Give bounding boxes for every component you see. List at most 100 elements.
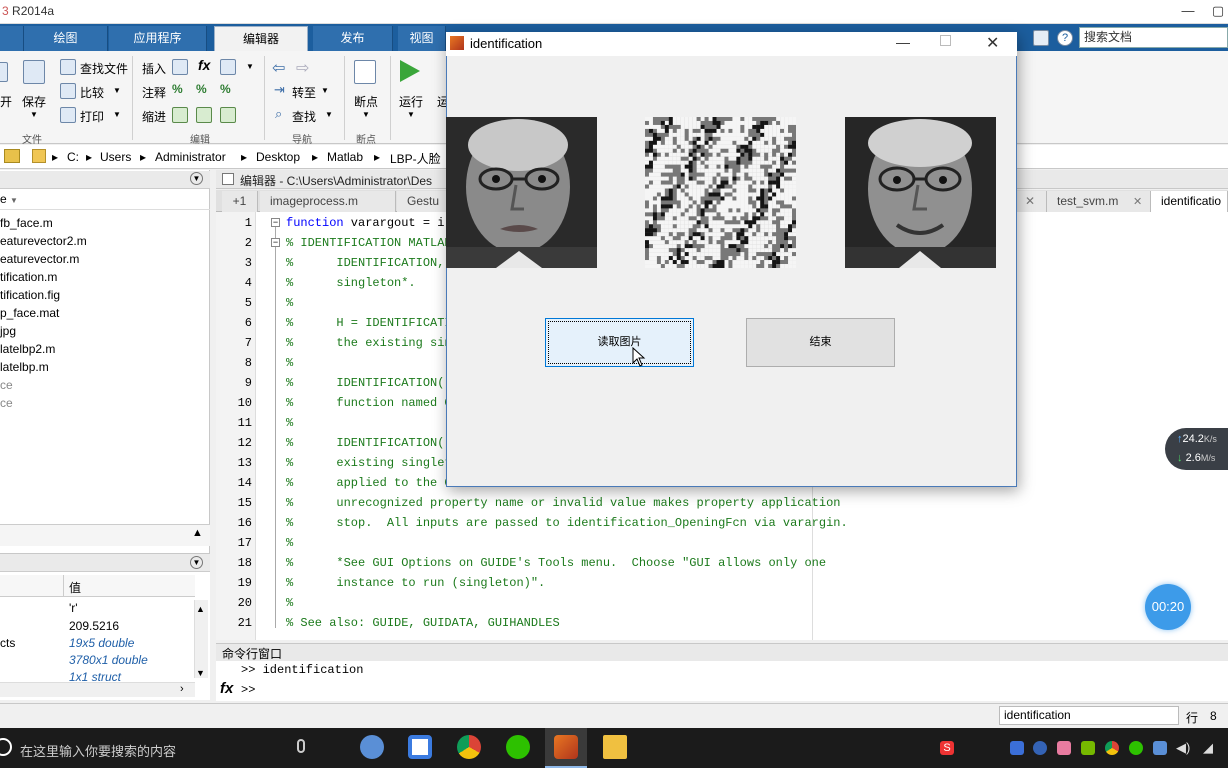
line-number[interactable]: 12 <box>216 436 252 450</box>
line-number[interactable]: 19 <box>216 576 252 590</box>
line-number[interactable]: 2 <box>216 236 252 250</box>
code-line[interactable]: % See also: GUIDE, GUIDATA, GUIHANDLES <box>286 616 560 630</box>
code-line[interactable]: % <box>286 356 293 370</box>
editor-tab[interactable]: imageprocess.m <box>260 191 396 212</box>
compare-dropdown-icon[interactable]: ▼ <box>113 86 121 95</box>
smart-indent-icon[interactable] <box>172 107 188 123</box>
code-line[interactable]: % <box>286 296 293 310</box>
file-item[interactable]: eaturevector.m <box>0 252 79 266</box>
close-tab-icon[interactable]: ✕ <box>1017 191 1047 212</box>
crumb-matlab[interactable]: Matlab <box>327 150 363 164</box>
line-number[interactable]: 10 <box>216 396 252 410</box>
code-line[interactable]: % unrecognized property name or invalid … <box>286 496 841 510</box>
search-docs-input[interactable]: 搜索文档 <box>1079 27 1228 48</box>
code-line[interactable]: % <box>286 416 293 430</box>
command-prompt[interactable]: >> <box>241 683 255 697</box>
file-item[interactable]: fb_face.m <box>0 216 53 230</box>
scroll-down-icon[interactable]: ▼ <box>196 668 205 678</box>
comment-button[interactable]: 注释 <box>142 84 166 101</box>
chrome-icon[interactable] <box>457 735 481 759</box>
figure-close-button[interactable]: ✕ <box>986 33 999 53</box>
nvidia-icon[interactable] <box>1081 741 1095 755</box>
line-number[interactable]: 4 <box>216 276 252 290</box>
code-line[interactable]: % H = IDENTIFICATI <box>286 316 452 330</box>
microphone-icon[interactable] <box>297 739 305 753</box>
code-line[interactable]: % IDENTIFICATION(' <box>286 436 452 450</box>
decrease-indent-icon[interactable] <box>220 107 236 123</box>
line-number[interactable]: 8 <box>216 356 252 370</box>
file-item[interactable]: tification.m <box>0 270 57 284</box>
file-item[interactable]: latelbp2.m <box>0 342 55 356</box>
save-button[interactable]: 保存 <box>22 93 46 110</box>
tab-view[interactable]: 视图 <box>398 26 446 51</box>
value-column-header[interactable]: 值 <box>69 579 81 596</box>
line-number[interactable]: 11 <box>216 416 252 430</box>
scroll-up-icon[interactable]: ▲ <box>196 604 205 614</box>
read-image-button[interactable]: 读取图片 <box>545 318 694 367</box>
goto-dropdown-icon[interactable]: ▼ <box>321 86 329 95</box>
recording-timer[interactable]: 00:20 <box>1145 584 1191 630</box>
file-explorer-icon[interactable] <box>603 735 627 759</box>
line-number[interactable]: 9 <box>216 376 252 390</box>
line-number[interactable]: 3 <box>216 256 252 270</box>
wechat-icon[interactable] <box>506 735 530 759</box>
name-column-header[interactable]: e ▼ <box>0 192 210 210</box>
run-dropdown-icon[interactable]: ▼ <box>407 110 415 119</box>
insert-icon[interactable] <box>172 59 188 75</box>
chrome-tray-icon[interactable] <box>1105 741 1119 755</box>
crumb-users[interactable]: Users <box>100 150 131 164</box>
code-line[interactable]: % IDENTIFICATION(' <box>286 376 452 390</box>
line-number[interactable]: 6 <box>216 316 252 330</box>
end-button[interactable]: 结束 <box>746 318 895 367</box>
line-number[interactable]: 18 <box>216 556 252 570</box>
code-line[interactable]: % <box>286 536 293 550</box>
editor-tab[interactable]: Gestu <box>397 191 447 212</box>
run-icon[interactable] <box>400 60 420 82</box>
command-window[interactable] <box>216 661 1228 701</box>
tab-apps[interactable]: 应用程序 <box>109 26 207 51</box>
line-number[interactable]: 1 <box>216 216 252 230</box>
network-speed-widget[interactable]: ↑24.2K/s ↓ 2.6M/s <box>1165 428 1228 470</box>
code-line[interactable]: % *See GUI Options on GUIDE's Tools menu… <box>286 556 826 570</box>
security-icon[interactable] <box>1010 741 1024 755</box>
uncomment-icon[interactable]: % <box>196 82 207 96</box>
line-number[interactable]: 5 <box>216 296 252 310</box>
compare-button[interactable]: 比较 <box>80 84 104 101</box>
tab-publish[interactable]: 发布 <box>313 26 393 51</box>
line-number[interactable]: 16 <box>216 516 252 530</box>
restore-button[interactable]: ▢ <box>1208 0 1228 24</box>
code-line[interactable]: % IDENTIFICATION MATLAB <box>286 236 452 250</box>
percent-icon[interactable]: % <box>172 82 183 96</box>
collapse-up-icon[interactable]: ▲ <box>192 527 203 539</box>
fold-toggle-icon[interactable]: − <box>271 218 280 227</box>
line-number[interactable]: 14 <box>216 476 252 490</box>
tray-app-icon[interactable] <box>1057 741 1071 755</box>
breakpoints-dropdown-icon[interactable]: ▼ <box>362 110 370 119</box>
forward-arrow-icon[interactable]: ⇨ <box>296 58 309 78</box>
open-label[interactable]: 开 <box>0 93 12 110</box>
breakpoints-button[interactable]: 断点 <box>354 93 378 110</box>
baidu-netdisk-icon[interactable] <box>408 735 432 759</box>
scroll-right-icon[interactable]: › <box>180 683 184 695</box>
code-line[interactable]: % applied to the G <box>286 476 452 490</box>
find-files-button[interactable]: 查找文件 <box>80 60 128 77</box>
crumb-lbp[interactable]: LBP-人脸 <box>390 150 441 167</box>
figure-minimize-button[interactable]: — <box>896 34 910 50</box>
code-line[interactable]: % function named C <box>286 396 452 410</box>
code-line[interactable]: function varargout = i <box>286 216 444 230</box>
back-arrow-icon[interactable]: ⇦ <box>272 58 285 78</box>
save-all-icon[interactable] <box>1033 30 1049 46</box>
breakpoints-icon[interactable] <box>354 60 376 84</box>
save-icon[interactable] <box>23 60 45 84</box>
file-item[interactable]: p_face.mat <box>0 306 59 320</box>
code-line[interactable]: % IDENTIFICATION, <box>286 256 444 270</box>
file-item[interactable]: ce <box>0 396 13 410</box>
file-item[interactable]: ce <box>0 378 13 392</box>
line-number[interactable]: 13 <box>216 456 252 470</box>
file-item[interactable]: jpg <box>0 324 16 338</box>
taskbar-search-input[interactable]: 在这里输入你要搜索的内容 <box>20 741 176 760</box>
tab-overflow[interactable]: +1 <box>222 191 258 212</box>
workspace-menu-icon[interactable]: ▼ <box>190 556 203 569</box>
print-button[interactable]: 打印 <box>80 108 104 125</box>
line-number[interactable]: 7 <box>216 336 252 350</box>
